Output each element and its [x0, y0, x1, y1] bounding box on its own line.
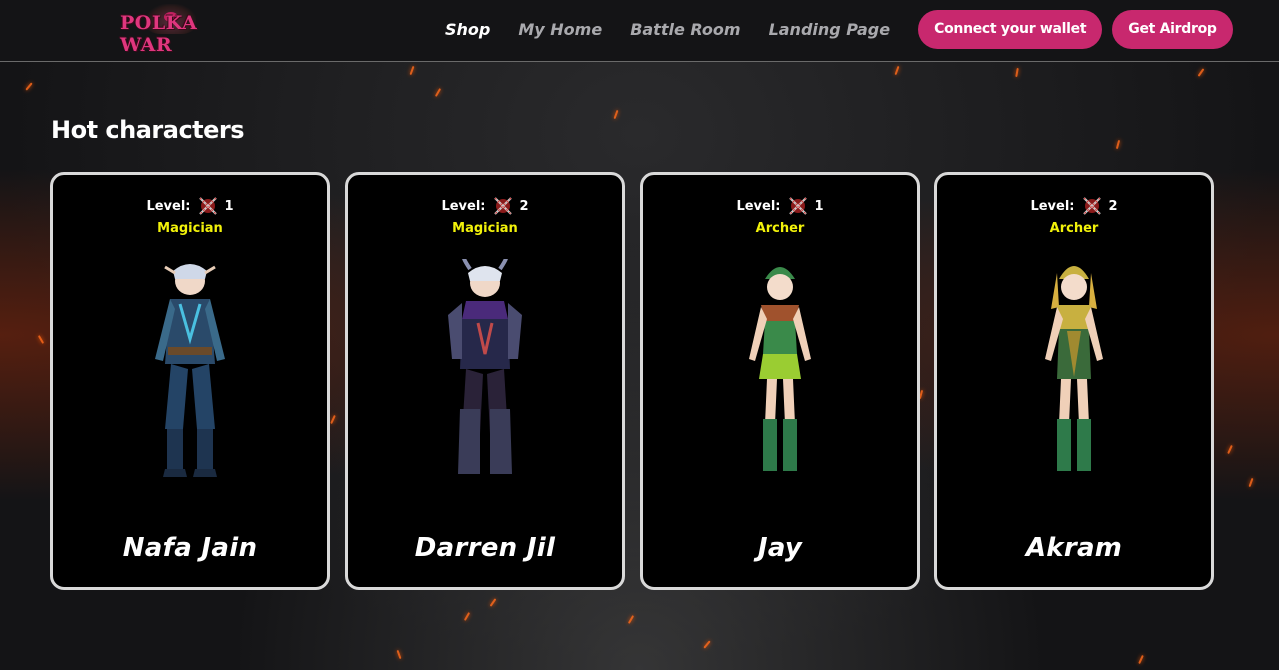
crossed-swords-icon	[1082, 197, 1101, 215]
character-portrait	[749, 267, 811, 471]
section-title: Hot characters	[51, 116, 245, 144]
character-portrait	[1045, 266, 1103, 471]
level-label: Level:	[736, 198, 781, 214]
character-card[interactable]: Level: 2 Magician Darren Jil	[345, 172, 625, 590]
level-label: Level:	[441, 198, 486, 214]
level-row: Level: 1	[643, 195, 917, 217]
character-portrait	[155, 264, 225, 477]
character-name: Nafa Jain	[122, 533, 258, 563]
level-row: Level: 2	[348, 195, 622, 217]
logo-text: POLKA WAR	[120, 12, 198, 56]
level-row: Level: 1	[53, 195, 327, 217]
crossed-swords-icon	[198, 197, 217, 215]
level-value: 1	[814, 198, 824, 214]
nav-link-shop[interactable]: Shop	[445, 20, 490, 39]
level-row: Level: 2	[937, 195, 1211, 217]
character-class: Archer	[1049, 221, 1099, 236]
character-portrait	[448, 259, 522, 474]
level-value: 2	[519, 198, 529, 214]
get-airdrop-button[interactable]: Get Airdrop	[1112, 9, 1233, 49]
character-class: Archer	[755, 221, 805, 236]
character-card[interactable]: Level: 2 Archer Akram	[934, 172, 1214, 590]
character-name: Akram	[1025, 533, 1123, 563]
nav-link-battle-room[interactable]: Battle Room	[630, 20, 740, 39]
polkawar-logo[interactable]: POLKA WAR	[118, 4, 244, 58]
character-card[interactable]: Level: 1 Archer Jay	[640, 172, 920, 590]
nav-link-my-home[interactable]: My Home	[518, 20, 602, 39]
character-name: Jay	[757, 533, 803, 563]
level-value: 1	[224, 198, 234, 214]
character-name: Darren Jil	[414, 533, 556, 563]
character-card[interactable]: Level: 1 Magician Nafa Jain	[50, 172, 330, 590]
character-class: Magician	[452, 221, 518, 236]
crossed-swords-icon	[493, 197, 512, 215]
level-label: Level:	[1030, 198, 1075, 214]
level-label: Level:	[146, 198, 191, 214]
top-navbar: POLKA WAR Shop My Home Battle Room Landi…	[0, 0, 1279, 62]
connect-wallet-button[interactable]: Connect your wallet	[918, 9, 1103, 49]
main-nav: Shop My Home Battle Room Landing Page Co…	[445, 9, 1243, 49]
character-class: Magician	[157, 221, 223, 236]
crossed-swords-icon	[788, 197, 807, 215]
level-value: 2	[1108, 198, 1118, 214]
nav-link-landing-page[interactable]: Landing Page	[769, 20, 891, 39]
